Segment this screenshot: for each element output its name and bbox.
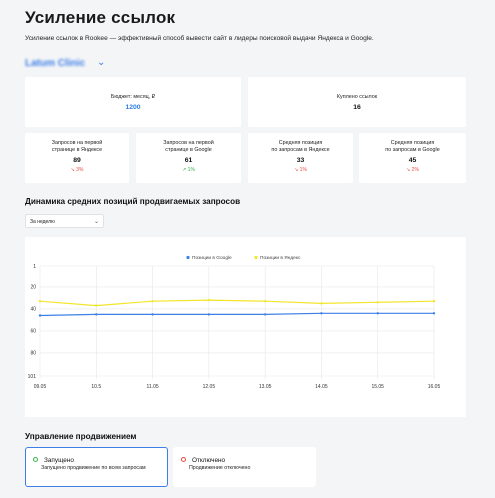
legend-marker <box>186 255 190 260</box>
stat-label-line: Средняя позиция <box>278 140 323 146</box>
data-point <box>432 300 436 303</box>
stat-label-line: странице в Google <box>165 147 212 153</box>
data-point <box>207 313 211 316</box>
x-tick-label: 13.05 <box>259 384 272 390</box>
data-point <box>95 304 98 307</box>
budget-card: Бюджет: месяц, ₽ 1200 <box>25 77 241 127</box>
links-label: Куплено ссылок <box>336 94 378 100</box>
stat-delta-value: 1% <box>187 167 195 173</box>
y-tick-label: 20 <box>30 285 36 291</box>
y-tick-label: 60 <box>30 329 36 335</box>
stat-delta-value: 1% <box>299 167 307 173</box>
status-option-desc: Продвижение отключено <box>189 465 251 471</box>
data-point <box>376 312 379 315</box>
x-tick-label: 11.05 <box>146 384 158 390</box>
stat-label: Средняя позиция по запросам в Google <box>359 140 466 154</box>
stat-value: 61 <box>184 157 193 164</box>
dynamics-title: Динамика средних позиций продвигаемых за… <box>25 197 241 206</box>
legend-marker <box>254 255 258 260</box>
data-point <box>376 301 379 304</box>
y-tick-label: 101 <box>28 374 37 380</box>
x-tick-label: 16.05 <box>428 384 441 390</box>
stat-delta: ↗ 1% <box>136 167 241 173</box>
series-line <box>39 312 434 317</box>
links-card: Куплено ссылок 16 <box>248 77 466 127</box>
data-point <box>151 300 154 303</box>
budget-value[interactable]: 1200 <box>25 104 241 111</box>
page-title: Усиление ссылок <box>25 8 176 27</box>
stat-value: 89 <box>73 157 81 164</box>
data-point <box>207 298 211 302</box>
x-tick-label: 10.5 <box>91 384 101 390</box>
data-point <box>263 313 267 316</box>
page-subtitle: Усиление ссылок в Rookee — эффективный с… <box>25 35 374 42</box>
data-point <box>151 313 154 316</box>
period-select[interactable]: За неделю ⌄ <box>25 214 104 228</box>
stat-value: 45 <box>408 157 417 164</box>
stat-card-google-avg: Средняя позиция по запросам в Google 45 … <box>359 133 466 183</box>
stat-delta: ↘ 3% <box>25 167 129 173</box>
stat-label-line: Запросов на первой <box>51 140 103 146</box>
stat-label-line: по запросам в Google <box>385 147 440 153</box>
stat-label-line: странице в Яндексе <box>51 147 103 153</box>
status-option-running[interactable]: Запущено Запущено продвижение по всем за… <box>25 447 168 487</box>
stat-card-yandex-top: Запросов на первой странице в Яндексе 89… <box>25 133 129 183</box>
positions-chart-svg: 1 20 40 60 80 101 09.05 10.5 11.05 12.05 13.05 14.0… <box>28 255 441 390</box>
stat-card-yandex-avg: Средняя позиция по запросам в Яндексе 33… <box>248 133 353 183</box>
stat-delta: ↘ 1% <box>248 167 353 173</box>
status-disabled-icon <box>181 457 186 462</box>
links-value: 16 <box>353 104 361 111</box>
stat-delta: ↘ 2% <box>359 167 466 173</box>
y-tick-label: 1 <box>33 264 36 270</box>
stat-label: Средняя позиция по запросам в Яндексе <box>248 140 353 154</box>
data-point <box>263 300 267 303</box>
stat-label-line: по запросам в Яндексе <box>271 147 330 153</box>
status-running-icon <box>33 457 38 462</box>
legend-entry: Позиции в Google <box>192 255 232 261</box>
stat-label-line: Средняя позиция <box>390 140 435 146</box>
project-name[interactable]: Latum Clinic <box>25 58 85 69</box>
chevron-down-icon[interactable]: ⌄ <box>97 57 105 68</box>
period-select-value: За неделю <box>30 219 55 225</box>
legend-entry: Позиции в Яндекс <box>260 255 301 261</box>
data-point <box>95 313 98 316</box>
data-point <box>320 302 323 305</box>
data-point <box>432 312 436 315</box>
stat-label: Запросов на первой странице в Яндексе <box>25 140 129 154</box>
budget-label: Бюджет: месяц, ₽ <box>110 94 156 100</box>
status-option-desc: Запущено продвижение по всем запросам <box>41 465 146 471</box>
management-title: Управление продвижением <box>25 432 137 441</box>
stat-delta-value: 3% <box>76 167 84 173</box>
series-line <box>39 299 435 307</box>
stat-label: Запросов на первой странице в Google <box>136 140 241 154</box>
stat-label-line: Запросов на первой <box>163 140 214 146</box>
x-tick-label: 12.05 <box>203 384 216 390</box>
data-point <box>38 314 42 317</box>
data-point <box>320 312 323 315</box>
stat-delta-value: 2% <box>411 167 419 173</box>
x-tick-label: 15.05 <box>371 384 384 390</box>
status-option-title: Отключено <box>192 457 226 464</box>
status-option-title: Запущено <box>44 457 74 464</box>
y-tick-label: 80 <box>30 351 36 357</box>
x-tick-label: 09.05 <box>34 384 47 390</box>
trend-down-icon: ↘ <box>294 167 299 173</box>
stat-value: 33 <box>296 157 305 164</box>
trend-down-icon: ↘ <box>406 167 411 173</box>
status-option-disabled[interactable]: Отключено Продвижение отключено <box>173 447 316 487</box>
data-point <box>38 300 42 303</box>
y-tick-label: 40 <box>30 307 36 313</box>
trend-down-icon: ↘ <box>70 167 75 173</box>
x-tick-label: 14.05 <box>315 384 328 390</box>
stat-card-google-top: Запросов на первой странице в Google 61 … <box>136 133 241 183</box>
trend-up-icon: ↗ <box>182 167 187 173</box>
positions-chart: 1 20 40 60 80 101 09.05 10.5 11.05 12.05 13.05 14.0… <box>25 237 466 417</box>
chevron-down-icon: ⌄ <box>93 219 99 225</box>
